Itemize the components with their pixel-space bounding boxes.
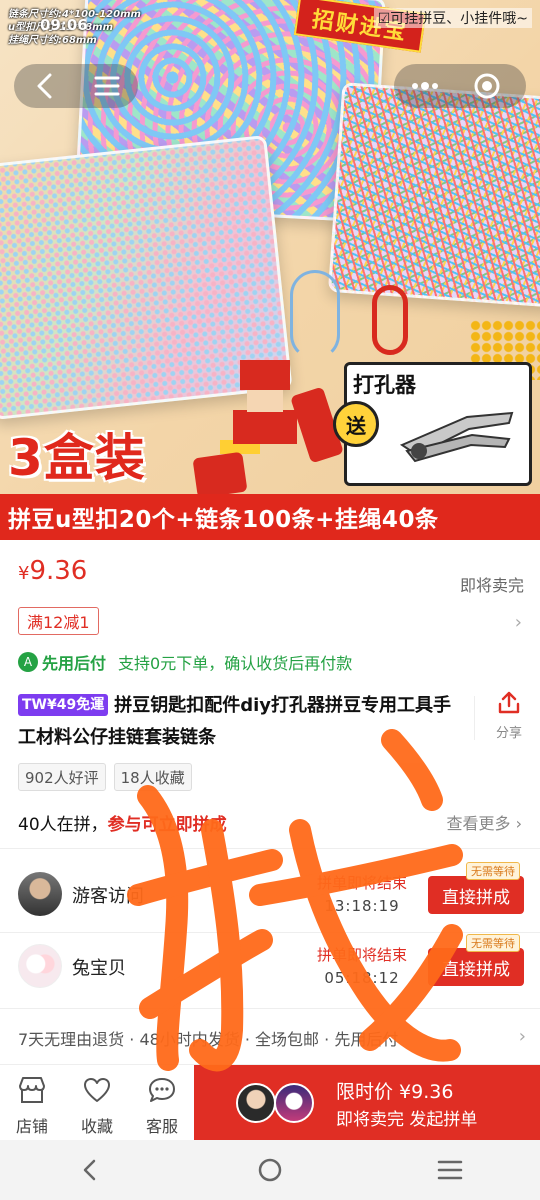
chevron-left-icon [37,73,52,99]
pay-later-icon: A [18,652,38,672]
avatar [18,872,62,916]
system-back-button[interactable] [50,1140,130,1200]
spec-line: 挂绳尺寸约:68mm [8,35,97,46]
hamburger-icon [437,1160,463,1180]
share-label: 分享 [495,726,522,741]
heart-icon [84,1078,110,1102]
target-icon [474,73,500,99]
join-group-button[interactable]: 直接拼成 [428,876,524,914]
hamburger-icon [94,76,120,96]
avatar [274,1083,314,1123]
system-home-button[interactable] [230,1140,310,1200]
customer-service-label: 客服 [145,1117,178,1136]
price: ¥ 9.36 [18,556,87,586]
group-buy-header: 40人在拼，参与可立即拼成 [18,810,227,835]
no-wait-badge: 无需等待 [466,934,520,952]
more-button[interactable] [394,64,456,108]
review-tags: 902人好评 18人收藏 [18,763,192,791]
strap-image [290,270,340,360]
group-row: 游客访问 拼单即将结束 13:18:19 直接拼成 无需等待 [18,862,524,926]
nav-right-group [394,64,526,108]
start-group-buy-button[interactable]: 限时价 ¥9.36 即将卖完 发起拼单 [194,1065,540,1141]
home-circle-icon [258,1158,282,1182]
gift-send-badge: 送 [333,401,379,447]
chevron-right-icon[interactable]: › [515,612,522,633]
cords-box-image [327,82,540,308]
group-countdown: 05:18:12 [324,969,400,987]
ellipsis-icon [412,82,438,90]
three-boxes-label: 3盒装 [8,429,146,487]
start-group-label: 即将卖完 发起拼单 [336,1110,478,1130]
red-tag-image [192,451,248,499]
divider [474,696,475,740]
group-leader-name: 游客访问 [72,886,144,907]
customer-service-button[interactable]: 客服 [132,1075,192,1137]
gift-title: 打孔器 [353,373,416,397]
chevron-left-icon [83,1159,96,1181]
nav-left-group [14,64,138,108]
limited-price: 限时价 ¥9.36 [336,1081,454,1103]
clip-image [372,285,408,355]
price-value: 9.36 [29,556,88,586]
chat-icon [149,1078,175,1102]
see-more-link[interactable]: 查看更多 › [447,810,523,834]
divider [0,932,540,933]
group-hint: 参与可立即拼成 [107,815,227,835]
share-icon [498,691,520,714]
group-status: 拼单即将结束 [316,874,407,892]
service-promises[interactable]: 7天无理由退货 · 48小时内发货 · 全场包邮 · 先用后付 [18,1026,398,1050]
close-miniapp-button[interactable] [456,64,518,108]
divider [0,1008,540,1009]
tw-shipping-badge: TW¥49免運 [18,694,109,716]
no-wait-badge: 无需等待 [466,862,520,880]
favorites-tag[interactable]: 18人收藏 [113,763,192,791]
group-status: 拼单即将结束 [316,946,407,964]
chevron-right-icon[interactable]: › [519,1026,526,1047]
avatar [236,1083,276,1123]
status-time: 09:06 [40,16,88,34]
group-count: 40人在拼， [18,815,108,835]
favorite-button[interactable]: 收藏 [67,1075,127,1137]
store-button[interactable]: 店铺 [2,1075,62,1137]
group-timer: 拼单即将结束 13:18:19 [306,872,418,915]
system-navigation-bar [0,1140,540,1200]
back-button[interactable] [14,64,76,108]
stock-status: 即将卖完 [459,576,524,595]
avatar [18,944,62,988]
pay-later-name: 先用后付 [42,654,107,673]
menu-button[interactable] [76,64,138,108]
group-row: 兔宝贝 拼单即将结束 05:18:12 直接拼成 无需等待 [18,934,524,998]
favorite-label: 收藏 [80,1117,113,1136]
pay-later-desc: 支持0元下单，确认收货后再付款 [118,654,353,673]
coupon-badge[interactable]: 满12减1 [18,607,99,635]
group-countdown: 13:18:19 [324,897,400,915]
hang-tip: ☑可挂拼豆、小挂件哦~ [373,8,532,28]
gift-card: 打孔器 送 [333,362,532,486]
system-recents-button[interactable] [410,1140,490,1200]
bottom-action-bar: 店铺 收藏 客服 限时价 ¥9.36 即将卖完 发起拼单 [0,1064,540,1141]
join-group-button[interactable]: 直接拼成 [428,948,524,986]
group-timer: 拼单即将结束 05:18:12 [306,944,418,987]
see-more-label: 查看更多 [446,814,511,833]
hole-punch-icon [399,411,514,463]
price-symbol: ¥ [18,563,30,584]
store-label: 店铺 [15,1117,48,1136]
share-button[interactable]: 分享 [486,690,532,741]
pay-later-row[interactable]: A 先用后付 支持0元下单，确认收货后再付款 [18,650,352,674]
product-title: TW¥49免運 拼豆钥匙扣配件diy打孔器拼豆专用工具手工材料公仔挂链套装链条 [18,690,468,754]
store-icon [19,1077,45,1103]
contents-strip: 拼豆u型扣20个+链条100条+挂绳40条 [0,494,540,540]
group-leader-name: 兔宝贝 [72,958,126,979]
divider [0,848,540,849]
reviews-tag[interactable]: 902人好评 [18,763,106,791]
